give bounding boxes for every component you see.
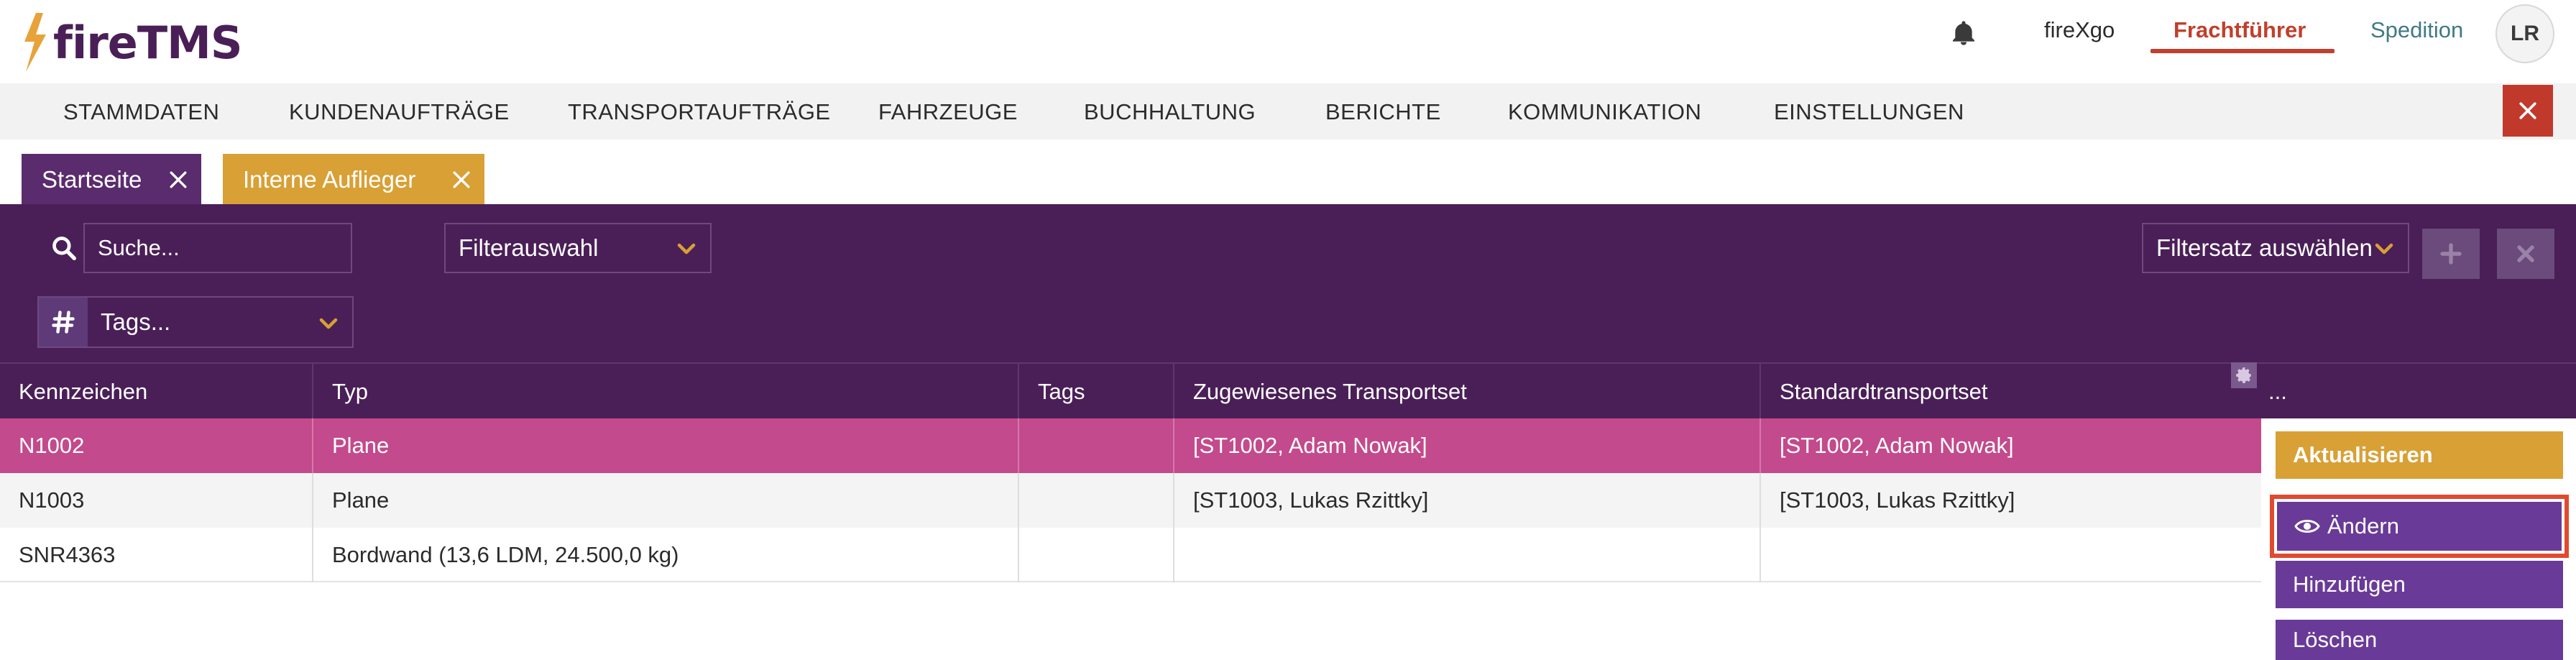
main-menu: STAMMDATEN KUNDENAUFTRÄGE TRANSPORTAUFTR… — [0, 83, 2576, 139]
tags-hash-badge — [39, 298, 88, 347]
table-header: Kennzeichen Typ Tags Zugewiesenes Transp… — [0, 362, 2576, 420]
menu-item-einstellungen[interactable]: EINSTELLUNGEN — [1774, 99, 1964, 125]
column-header-typ[interactable]: Typ — [313, 364, 1019, 420]
cell-typ: Plane — [313, 473, 1019, 528]
cell-standardtransportset: [ST1002, Adam Nowak] — [1780, 433, 2014, 458]
close-all-button[interactable] — [2503, 85, 2553, 137]
gear-icon — [2236, 367, 2251, 383]
menu-item-fahrzeuge[interactable]: FAHRZEUGE — [878, 99, 1018, 125]
cell-zugewiesenes-transportset: [ST1002, Adam Nowak] — [1174, 418, 1761, 473]
filterset-select[interactable]: Filtersatz auswählen — [2142, 223, 2409, 273]
column-header-more[interactable]: ... — [2261, 364, 2576, 420]
add-button[interactable]: Hinzufügen — [2276, 561, 2563, 608]
cell-kennzeichen: N1002 — [0, 418, 313, 473]
firexgo-link[interactable]: fireXgo — [2044, 17, 2115, 43]
table-row[interactable]: SNR4363 Bordwand (13,6 LDM, 24.500,0 kg) — [0, 528, 2261, 582]
close-icon[interactable] — [168, 170, 188, 190]
close-icon — [2517, 245, 2534, 262]
tab-label: Startseite — [42, 166, 142, 193]
cell-standardtransportset: [ST1003, Lukas Rzittky] — [1780, 487, 2015, 513]
update-button[interactable]: Aktualisieren — [2276, 431, 2563, 479]
filter-select[interactable]: Filterauswahl — [444, 223, 712, 273]
avatar-initials: LR — [2511, 22, 2539, 45]
eye-icon — [2294, 520, 2320, 533]
column-settings-button[interactable] — [2231, 362, 2257, 388]
tab-interne-auflieger[interactable]: Interne Auflieger — [223, 154, 484, 206]
cell-tags — [1019, 473, 1174, 528]
avatar[interactable]: LR — [2496, 4, 2554, 63]
cell-tags — [1019, 418, 1174, 473]
cell-typ: Plane — [313, 418, 1019, 473]
cell-zugewiesenes-transportset — [1174, 528, 1761, 582]
cell-kennzeichen: N1003 — [0, 473, 313, 528]
tab-bar: Startseite Interne Auflieger — [0, 139, 2576, 206]
delete-button-label: Löschen — [2293, 627, 2378, 652]
chevron-down-icon — [319, 318, 338, 329]
delete-button[interactable]: Löschen — [2276, 620, 2563, 660]
cell-typ: Bordwand (13,6 LDM, 24.500,0 kg) — [313, 528, 1019, 582]
logo[interactable]: fireTMS — [20, 13, 242, 72]
menu-item-buchhaltung[interactable]: BUCHHALTUNG — [1084, 99, 1256, 125]
filterset-select-label: Filtersatz auswählen — [2156, 234, 2373, 261]
active-link-underline — [2150, 49, 2334, 53]
close-icon — [2519, 102, 2536, 119]
menu-item-berichte[interactable]: BERICHTE — [1325, 99, 1441, 125]
remove-filterset-button[interactable] — [2497, 229, 2554, 279]
table-row[interactable]: N1003 Plane [ST1003, Lukas Rzittky] [ST1… — [0, 473, 2261, 528]
add-button-label: Hinzufügen — [2293, 572, 2406, 597]
bolt-logo-icon — [24, 13, 46, 72]
chevron-down-icon — [677, 243, 696, 255]
edit-button-label: Ändern — [2327, 513, 2399, 538]
column-header-kennzeichen[interactable]: Kennzeichen — [0, 364, 313, 420]
edit-button[interactable]: Ändern — [2277, 502, 2562, 551]
update-button-label: Aktualisieren — [2293, 442, 2433, 467]
menu-item-kundenauftraege[interactable]: KUNDENAUFTRÄGE — [289, 99, 510, 125]
add-filterset-button[interactable] — [2422, 229, 2480, 279]
spedition-link[interactable]: Spedition — [2370, 17, 2463, 43]
tags-select-label: Tags... — [101, 308, 171, 335]
hash-icon — [52, 311, 75, 334]
tags-select[interactable]: Tags... — [37, 296, 354, 348]
top-bar: fireTMS fireXgo Frachtführer Spedition L… — [0, 0, 2576, 83]
close-icon[interactable] — [451, 170, 472, 190]
search-input[interactable] — [83, 223, 352, 273]
column-header-tags[interactable]: Tags — [1019, 364, 1174, 420]
cell-standardtransportset — [1761, 528, 2261, 582]
search-icon — [52, 237, 76, 260]
menu-item-kommunikation[interactable]: KOMMUNIKATION — [1508, 99, 1701, 125]
column-header-standardtransportset[interactable]: Standardtransportset — [1761, 364, 2261, 420]
filter-panel: Filterauswahl Filtersatz auswählen Tags.… — [0, 206, 2576, 362]
cell-tags — [1019, 528, 1174, 582]
menu-item-transportauftraege[interactable]: TRANSPORTAUFTRÄGE — [568, 99, 831, 125]
tab-startseite[interactable]: Startseite — [22, 154, 201, 206]
menu-item-stammdaten[interactable]: STAMMDATEN — [63, 99, 219, 125]
filter-select-label: Filterauswahl — [459, 234, 599, 261]
plus-icon — [2440, 243, 2462, 265]
logo-text: fireTMS — [53, 16, 242, 69]
action-panel: Aktualisieren Ändern Hinzufügen Löschen — [2261, 418, 2576, 660]
cell-zugewiesenes-transportset: [ST1003, Lukas Rzittky] — [1174, 473, 1761, 528]
chevron-down-icon — [2373, 240, 2395, 257]
bell-icon[interactable] — [1949, 19, 1978, 47]
tab-label: Interne Auflieger — [243, 166, 416, 193]
table-row[interactable]: N1002 Plane [ST1002, Adam Nowak] [ST1002… — [0, 418, 2261, 473]
column-header-zugewiesenes-transportset[interactable]: Zugewiesenes Transportset — [1174, 364, 1761, 420]
cell-kennzeichen: SNR4363 — [0, 528, 313, 582]
frachtfuehrer-link[interactable]: Frachtführer — [2174, 17, 2306, 43]
